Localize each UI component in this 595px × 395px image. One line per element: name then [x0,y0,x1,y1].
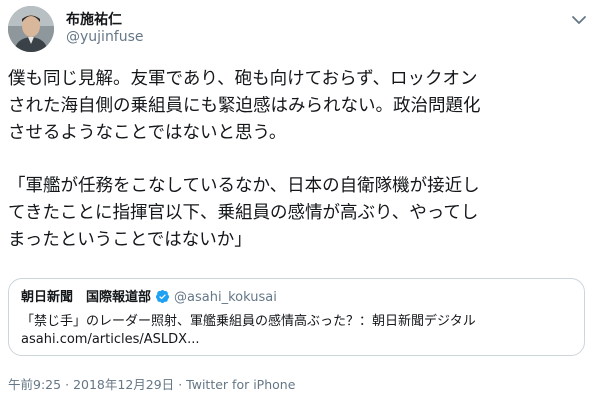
verified-badge-icon [155,289,170,310]
quoted-tweet-header: 朝日新聞 国際報道部 @asahi_kokusai [21,289,277,307]
tweet-time[interactable]: 午前9:25 [8,377,61,392]
tweet-text-line: された海自側の乗組員にも緊迫感はみられない。政治問題化 [8,96,481,116]
chevron-down-icon[interactable] [570,12,588,26]
quoted-author-handle[interactable]: @asahi_kokusai [174,290,277,305]
quoted-tweet-text: 「禁じ手」のレーダー照射、軍艦乗組員の感情高ぶった？：朝日新聞デジタル asah… [21,313,576,349]
separator: · [178,377,183,392]
tweet-text-line: 「軍艦が任務をこなしているなか、日本の自衛隊機が接近し [8,176,480,196]
tweet-text-line: させるようなことではないと思う。 [8,123,287,143]
author-handle[interactable]: @yujinfuse [66,29,144,45]
tweet-text: 僕も同じ見解。友軍であり、砲も向けておらず、ロックオン された海自側の乗組員にも… [8,66,590,254]
tweet-metadata: 午前9:25 · 2018年12月29日 · Twitter for iPhone [8,374,295,393]
quoted-tweet-card[interactable]: 朝日新聞 国際報道部 @asahi_kokusai 「禁じ手」のレーダー照射、軍艦… [8,278,585,356]
quoted-text-line: 「禁じ手」のレーダー照射、軍艦乗組員の感情高ぶった？：朝日新聞デジタル [21,314,476,329]
avatar[interactable] [8,6,54,52]
separator: · [65,377,70,392]
tweet-text-line: てきたことに指揮官以下、乗組員の感情が高ぶり、やってし [8,203,479,223]
tweet-text-line: 僕も同じ見解。友軍であり、砲も向けておらず、ロックオン [8,69,478,89]
quoted-author-name[interactable]: 朝日新聞 国際報道部 [21,290,151,305]
tweet-text-line: まったということではないか」 [8,230,252,250]
tweet-date[interactable]: 2018年12月29日 [73,377,174,392]
tweet: 布施祐仁 @yujinfuse 僕も同じ見解。友軍であり、砲も向けておらず、ロッ… [0,0,595,395]
author-display-name[interactable]: 布施祐仁 [66,9,122,29]
tweet-client-link[interactable]: Twitter for iPhone [186,377,295,392]
quoted-link[interactable]: asahi.com/articles/ASLDX... [21,331,576,349]
